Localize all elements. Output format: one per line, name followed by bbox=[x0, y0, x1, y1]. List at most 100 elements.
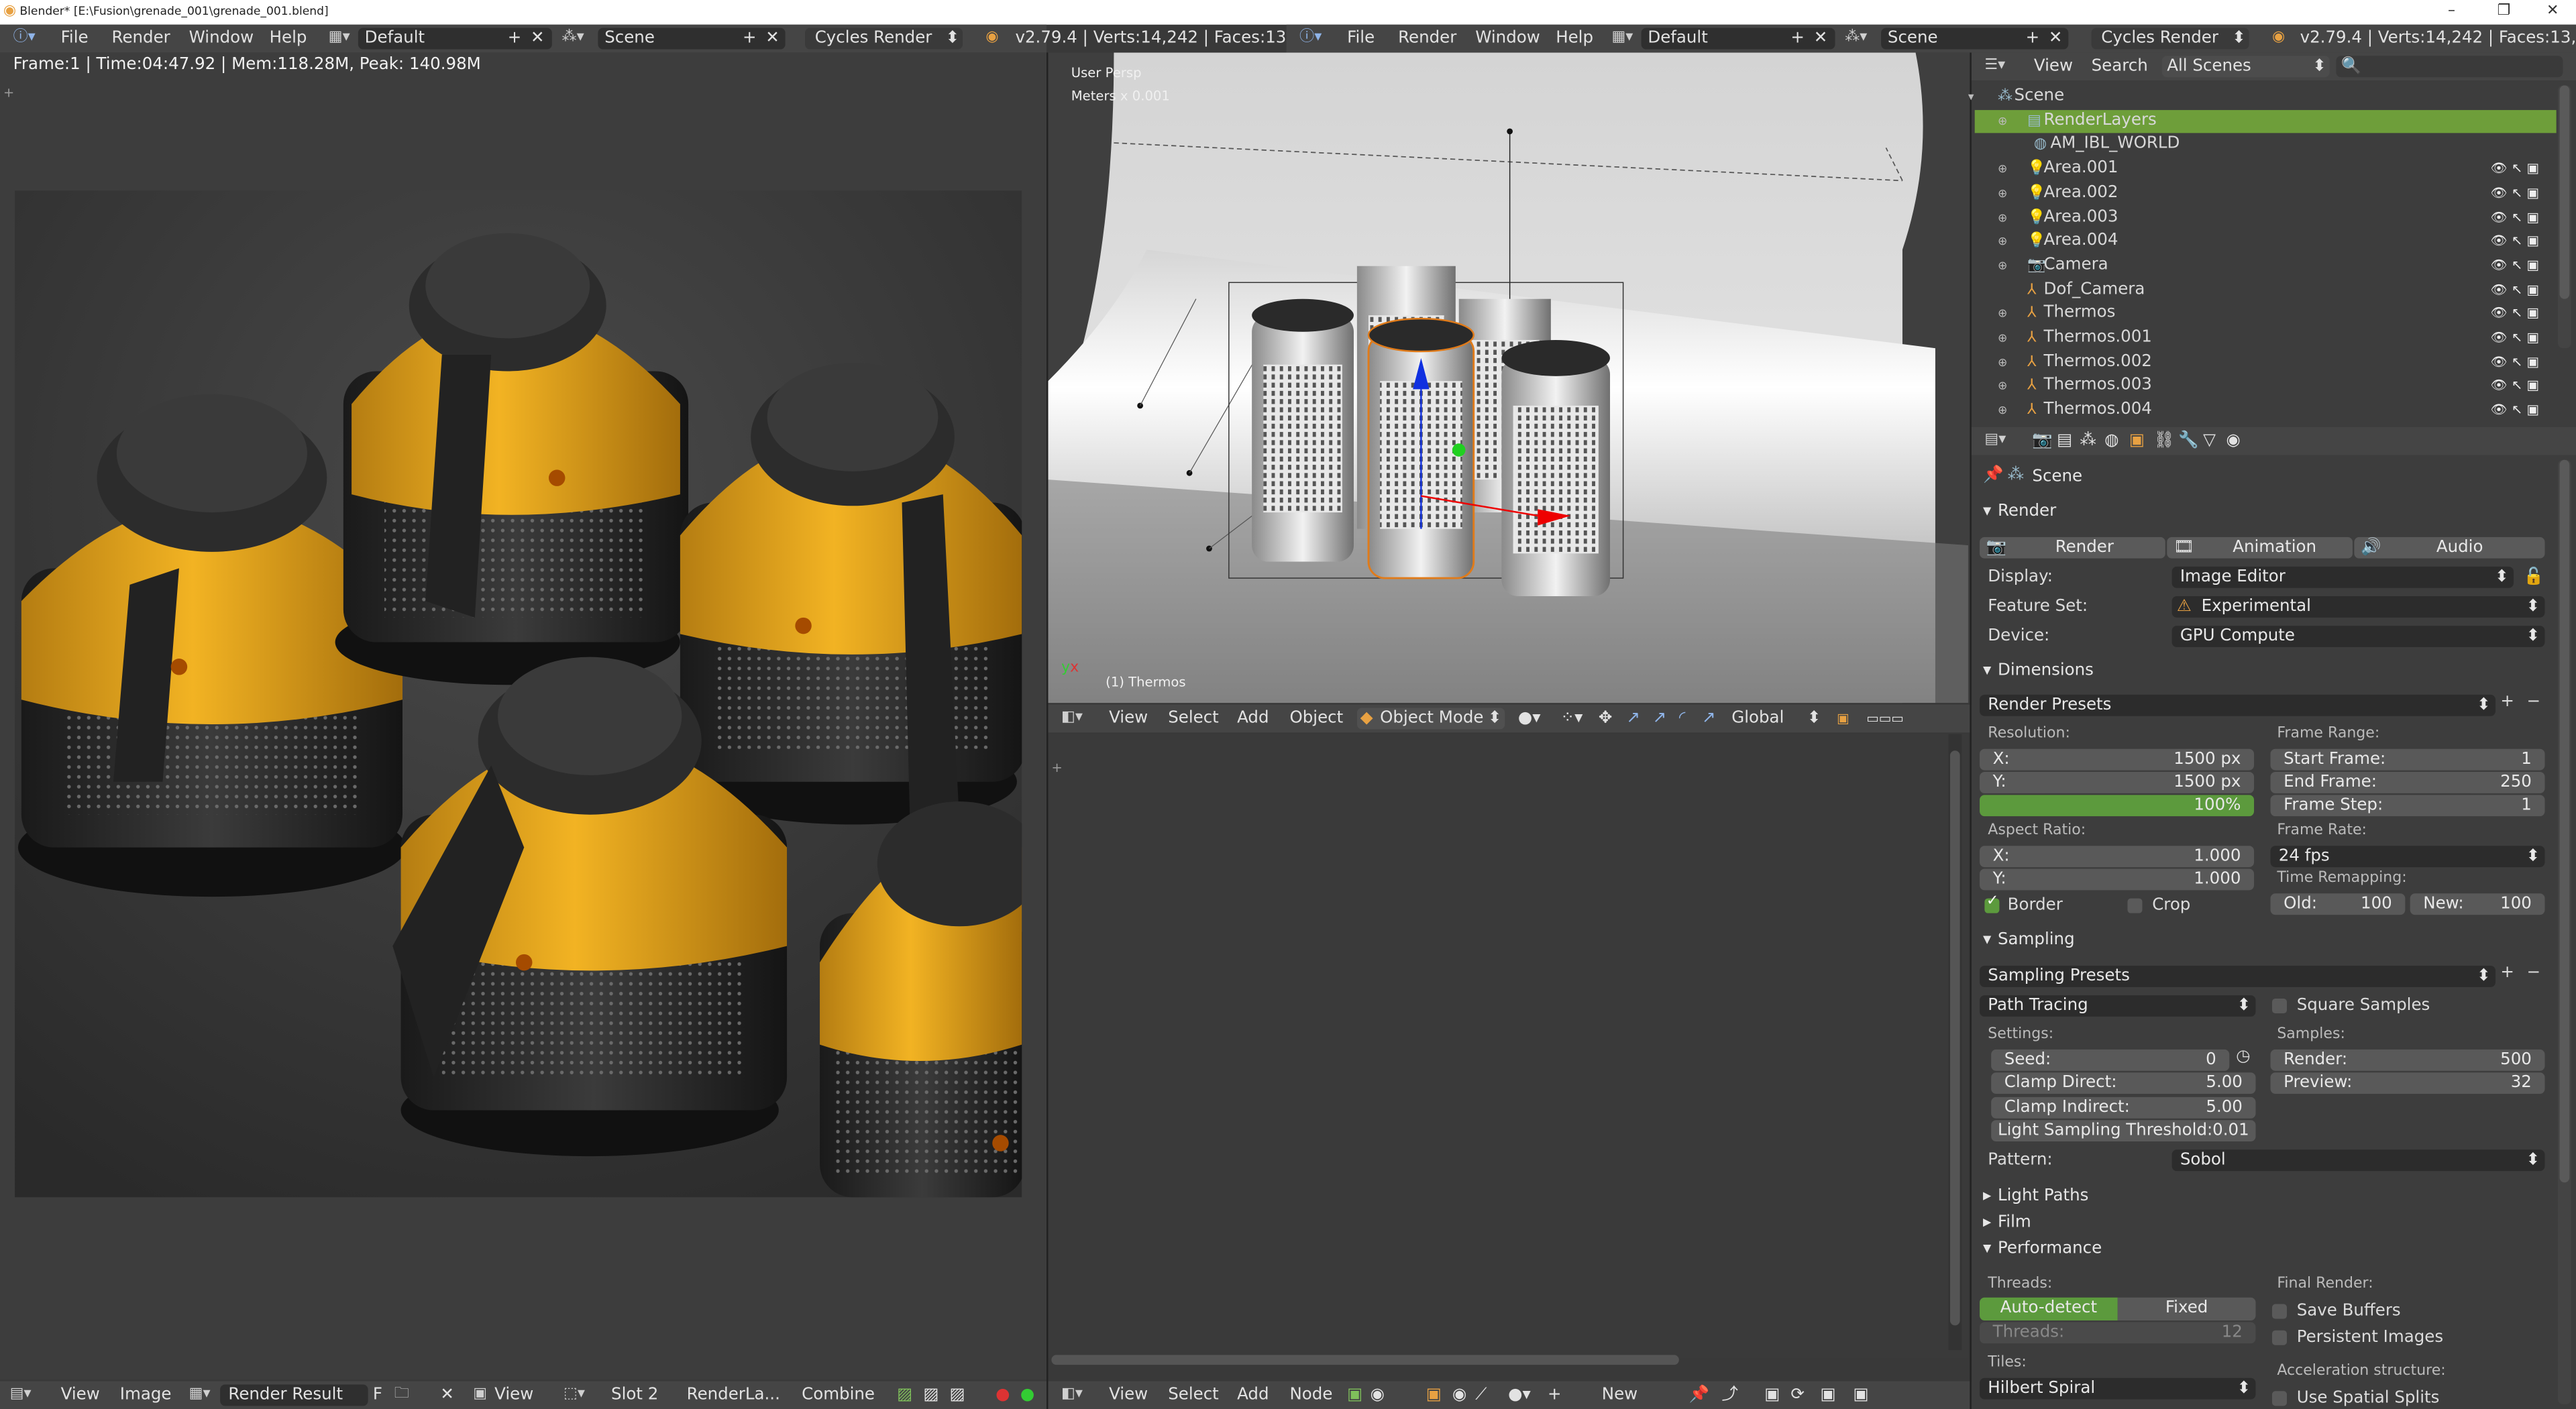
properties-type-icon[interactable]: ▤▾ bbox=[1984, 427, 2006, 455]
pass-dropdown[interactable]: Combine bbox=[802, 1382, 875, 1409]
green-channel-icon[interactable]: ● bbox=[1020, 1382, 1034, 1409]
image-editor-type-icon[interactable]: ▤▾ bbox=[10, 1382, 32, 1409]
performance-panel-title[interactable]: Performance bbox=[1998, 1240, 2102, 1258]
expand-toggle-icon[interactable]: ⊕ bbox=[1998, 254, 2007, 277]
unlink-image-button[interactable]: ✕ bbox=[440, 1382, 454, 1409]
shader-nodes-icon[interactable]: ▣ bbox=[1347, 1382, 1362, 1409]
menu-render[interactable]: Render bbox=[112, 25, 170, 53]
node-menu-add[interactable]: Add bbox=[1237, 1382, 1269, 1409]
backdrop-icon[interactable]: ⟳ bbox=[1790, 1382, 1805, 1409]
node-toolshelf-toggle[interactable]: + bbox=[1051, 760, 1062, 775]
expand-toggle-icon[interactable]: ⊕ bbox=[1998, 230, 2007, 253]
vp-menu-add[interactable]: Add bbox=[1237, 705, 1269, 733]
world-shader-icon[interactable]: ◉ bbox=[1452, 1382, 1466, 1409]
expand-toggle-icon[interactable]: ⊕ bbox=[1998, 399, 2007, 422]
open-folder-icon[interactable]: 🗀 bbox=[394, 1382, 409, 1409]
properties-scrollbar[interactable] bbox=[2558, 459, 2571, 1404]
clamp-indirect-field[interactable]: Clamp Indirect: 5.00 bbox=[1991, 1096, 2256, 1119]
vp-menu-object[interactable]: Object bbox=[1289, 705, 1343, 733]
outliner-filter-dropdown[interactable]: All Scenes ⬍ bbox=[2161, 56, 2330, 78]
tab-data-icon[interactable]: ▽ bbox=[2203, 427, 2216, 455]
node-hscroll[interactable] bbox=[1051, 1355, 1679, 1365]
scene-add-button-2[interactable]: + bbox=[2026, 25, 2040, 53]
layer-icon[interactable]: ▣ bbox=[1837, 705, 1849, 733]
render-preset-add-button[interactable]: + bbox=[2500, 693, 2514, 711]
outliner-type-icon[interactable]: ☰▾ bbox=[1984, 52, 2005, 80]
outliner-row[interactable]: ⊕ ⅄ Thermos.004 👁 ↖ ▣ bbox=[1975, 399, 2557, 422]
sampling-panel-title[interactable]: Sampling bbox=[1998, 932, 2075, 950]
expand-toggle-icon[interactable]: ⊕ bbox=[1998, 351, 2007, 374]
sampling-preset-remove-button[interactable]: − bbox=[2527, 964, 2541, 982]
lock-icon[interactable]: 🔓 bbox=[2524, 568, 2544, 586]
pattern-dropdown[interactable]: Sobol ⬍ bbox=[2171, 1149, 2545, 1172]
display-channels-icon[interactable]: ▨ bbox=[897, 1382, 912, 1409]
expand-toggle-icon[interactable]: ⊕ bbox=[1998, 375, 2007, 398]
spatial-splits-checkbox[interactable] bbox=[2271, 1391, 2288, 1406]
layout-add-button-2[interactable]: + bbox=[1790, 25, 1805, 53]
shading-icon[interactable]: ●▾ bbox=[1518, 705, 1541, 733]
menu-help-2[interactable]: Help bbox=[1556, 25, 1593, 53]
maximize-button[interactable]: ❐ bbox=[2497, 0, 2510, 25]
divider-v2[interactable] bbox=[1970, 52, 1972, 1409]
render-preset-remove-button[interactable]: − bbox=[2527, 693, 2541, 711]
orientation-dropdown[interactable]: Global bbox=[1731, 705, 1784, 733]
visibility-toggles[interactable]: 👁 ↖ ▣ bbox=[2491, 327, 2539, 349]
layout-field[interactable]: Default bbox=[358, 27, 552, 50]
render-button[interactable]: 📷 Render bbox=[1980, 537, 2165, 559]
image-browse-icon[interactable]: ▦▾ bbox=[189, 1382, 211, 1409]
visibility-toggles[interactable]: 👁 ↖ ▣ bbox=[2491, 351, 2539, 374]
expand-toggle-icon[interactable]: ⊕ bbox=[1998, 109, 2007, 132]
fake-user-button[interactable]: F bbox=[373, 1382, 382, 1409]
visibility-toggles[interactable]: 👁 ↖ ▣ bbox=[2491, 206, 2539, 229]
scene-remove-button-2[interactable]: ✕ bbox=[2049, 25, 2063, 53]
visibility-toggles[interactable]: 👁 ↖ ▣ bbox=[2491, 278, 2539, 301]
orientation-arrows-icon[interactable]: ⬍ bbox=[1807, 705, 1821, 733]
outliner-row[interactable]: ⊕ 💡 Area.003 👁 ↖ ▣ bbox=[1975, 206, 2557, 229]
mode-dropdown[interactable]: ◆ Object Mode ⬍ bbox=[1356, 708, 1505, 730]
visibility-toggles[interactable]: 👁 ↖ ▣ bbox=[2491, 158, 2539, 180]
expand-toggle-icon[interactable]: ⊕ bbox=[1998, 327, 2007, 349]
layout-grid-icon[interactable]: ▦▾ bbox=[329, 25, 350, 53]
node-misc-icon-2[interactable]: ▣ bbox=[1853, 1382, 1868, 1409]
node-misc-icon[interactable]: ▣ bbox=[1820, 1382, 1835, 1409]
editor-type-icon[interactable]: ⓘ▾ bbox=[13, 25, 36, 53]
image-menu-image[interactable]: Image bbox=[120, 1382, 172, 1409]
layout-remove-button-2[interactable]: ✕ bbox=[1814, 25, 1828, 53]
threads-fixed-button[interactable]: Fixed bbox=[2117, 1297, 2256, 1320]
object-shader-icon[interactable]: ▣ bbox=[1426, 1382, 1442, 1409]
integrator-dropdown[interactable]: Path Tracing ⬍ bbox=[1980, 995, 2256, 1017]
outliner-row[interactable]: ⅄ Dof_Camera 👁 ↖ ▣ bbox=[1975, 278, 2557, 301]
tab-render-icon[interactable]: 📷 bbox=[2032, 427, 2052, 455]
outliner-row[interactable]: ▾ ⁂ Scene bbox=[1968, 85, 2557, 108]
film-toggle[interactable]: ▸ bbox=[1983, 1214, 1991, 1232]
dimensions-panel-toggle[interactable]: ▾ bbox=[1983, 662, 1991, 680]
engine-dropdown[interactable]: Cycles Render ⬍ bbox=[805, 27, 963, 50]
crop-checkbox[interactable] bbox=[2127, 898, 2143, 913]
pivot-icon[interactable]: ⁘▾ bbox=[1561, 705, 1583, 733]
layer-dropdown[interactable]: RenderLa... bbox=[687, 1382, 780, 1409]
new-material-button[interactable]: New bbox=[1602, 1382, 1638, 1409]
render-panel-toggle[interactable]: ▾ bbox=[1983, 502, 1991, 520]
image-menu-view[interactable]: View bbox=[61, 1382, 100, 1409]
node-menu-select[interactable]: Select bbox=[1168, 1382, 1219, 1409]
light-paths-toggle[interactable]: ▸ bbox=[1983, 1188, 1991, 1206]
pin-icon[interactable]: 📌 bbox=[1689, 1382, 1709, 1409]
outliner-scrollbar[interactable] bbox=[2558, 85, 2571, 349]
manipulator-icon[interactable]: ✥ bbox=[1599, 705, 1613, 733]
tab-layers-icon[interactable]: ▤ bbox=[2057, 427, 2072, 455]
tab-scene-icon[interactable]: ⁂ bbox=[2080, 427, 2096, 455]
z-icon[interactable]: ▨ bbox=[950, 1382, 965, 1409]
feature-set-dropdown[interactable]: ⚠ Experimental ⬍ bbox=[2171, 596, 2545, 618]
scene-icon-2[interactable]: ⁂▾ bbox=[1845, 25, 1867, 53]
alpha-icon[interactable]: ▨ bbox=[923, 1382, 938, 1409]
remap-old-field[interactable]: Old: 100 bbox=[2270, 893, 2406, 915]
slot-dropdown[interactable]: Slot 2 bbox=[611, 1382, 658, 1409]
display-dropdown[interactable]: Image Editor ⬍ bbox=[2171, 566, 2514, 588]
scene-add-button[interactable]: + bbox=[743, 25, 757, 53]
snap-icon[interactable]: ▣ bbox=[1764, 1382, 1780, 1409]
tab-modifiers-icon[interactable]: 🔧 bbox=[2178, 427, 2198, 455]
dimensions-panel-title[interactable]: Dimensions bbox=[1998, 662, 2094, 680]
outliner-row[interactable]: ⊕ 📷 Camera 👁 ↖ ▣ bbox=[1975, 254, 2557, 277]
expand-toggle-icon[interactable]: ⊕ bbox=[1998, 206, 2007, 229]
visibility-toggles[interactable]: 👁 ↖ ▣ bbox=[2491, 254, 2539, 277]
